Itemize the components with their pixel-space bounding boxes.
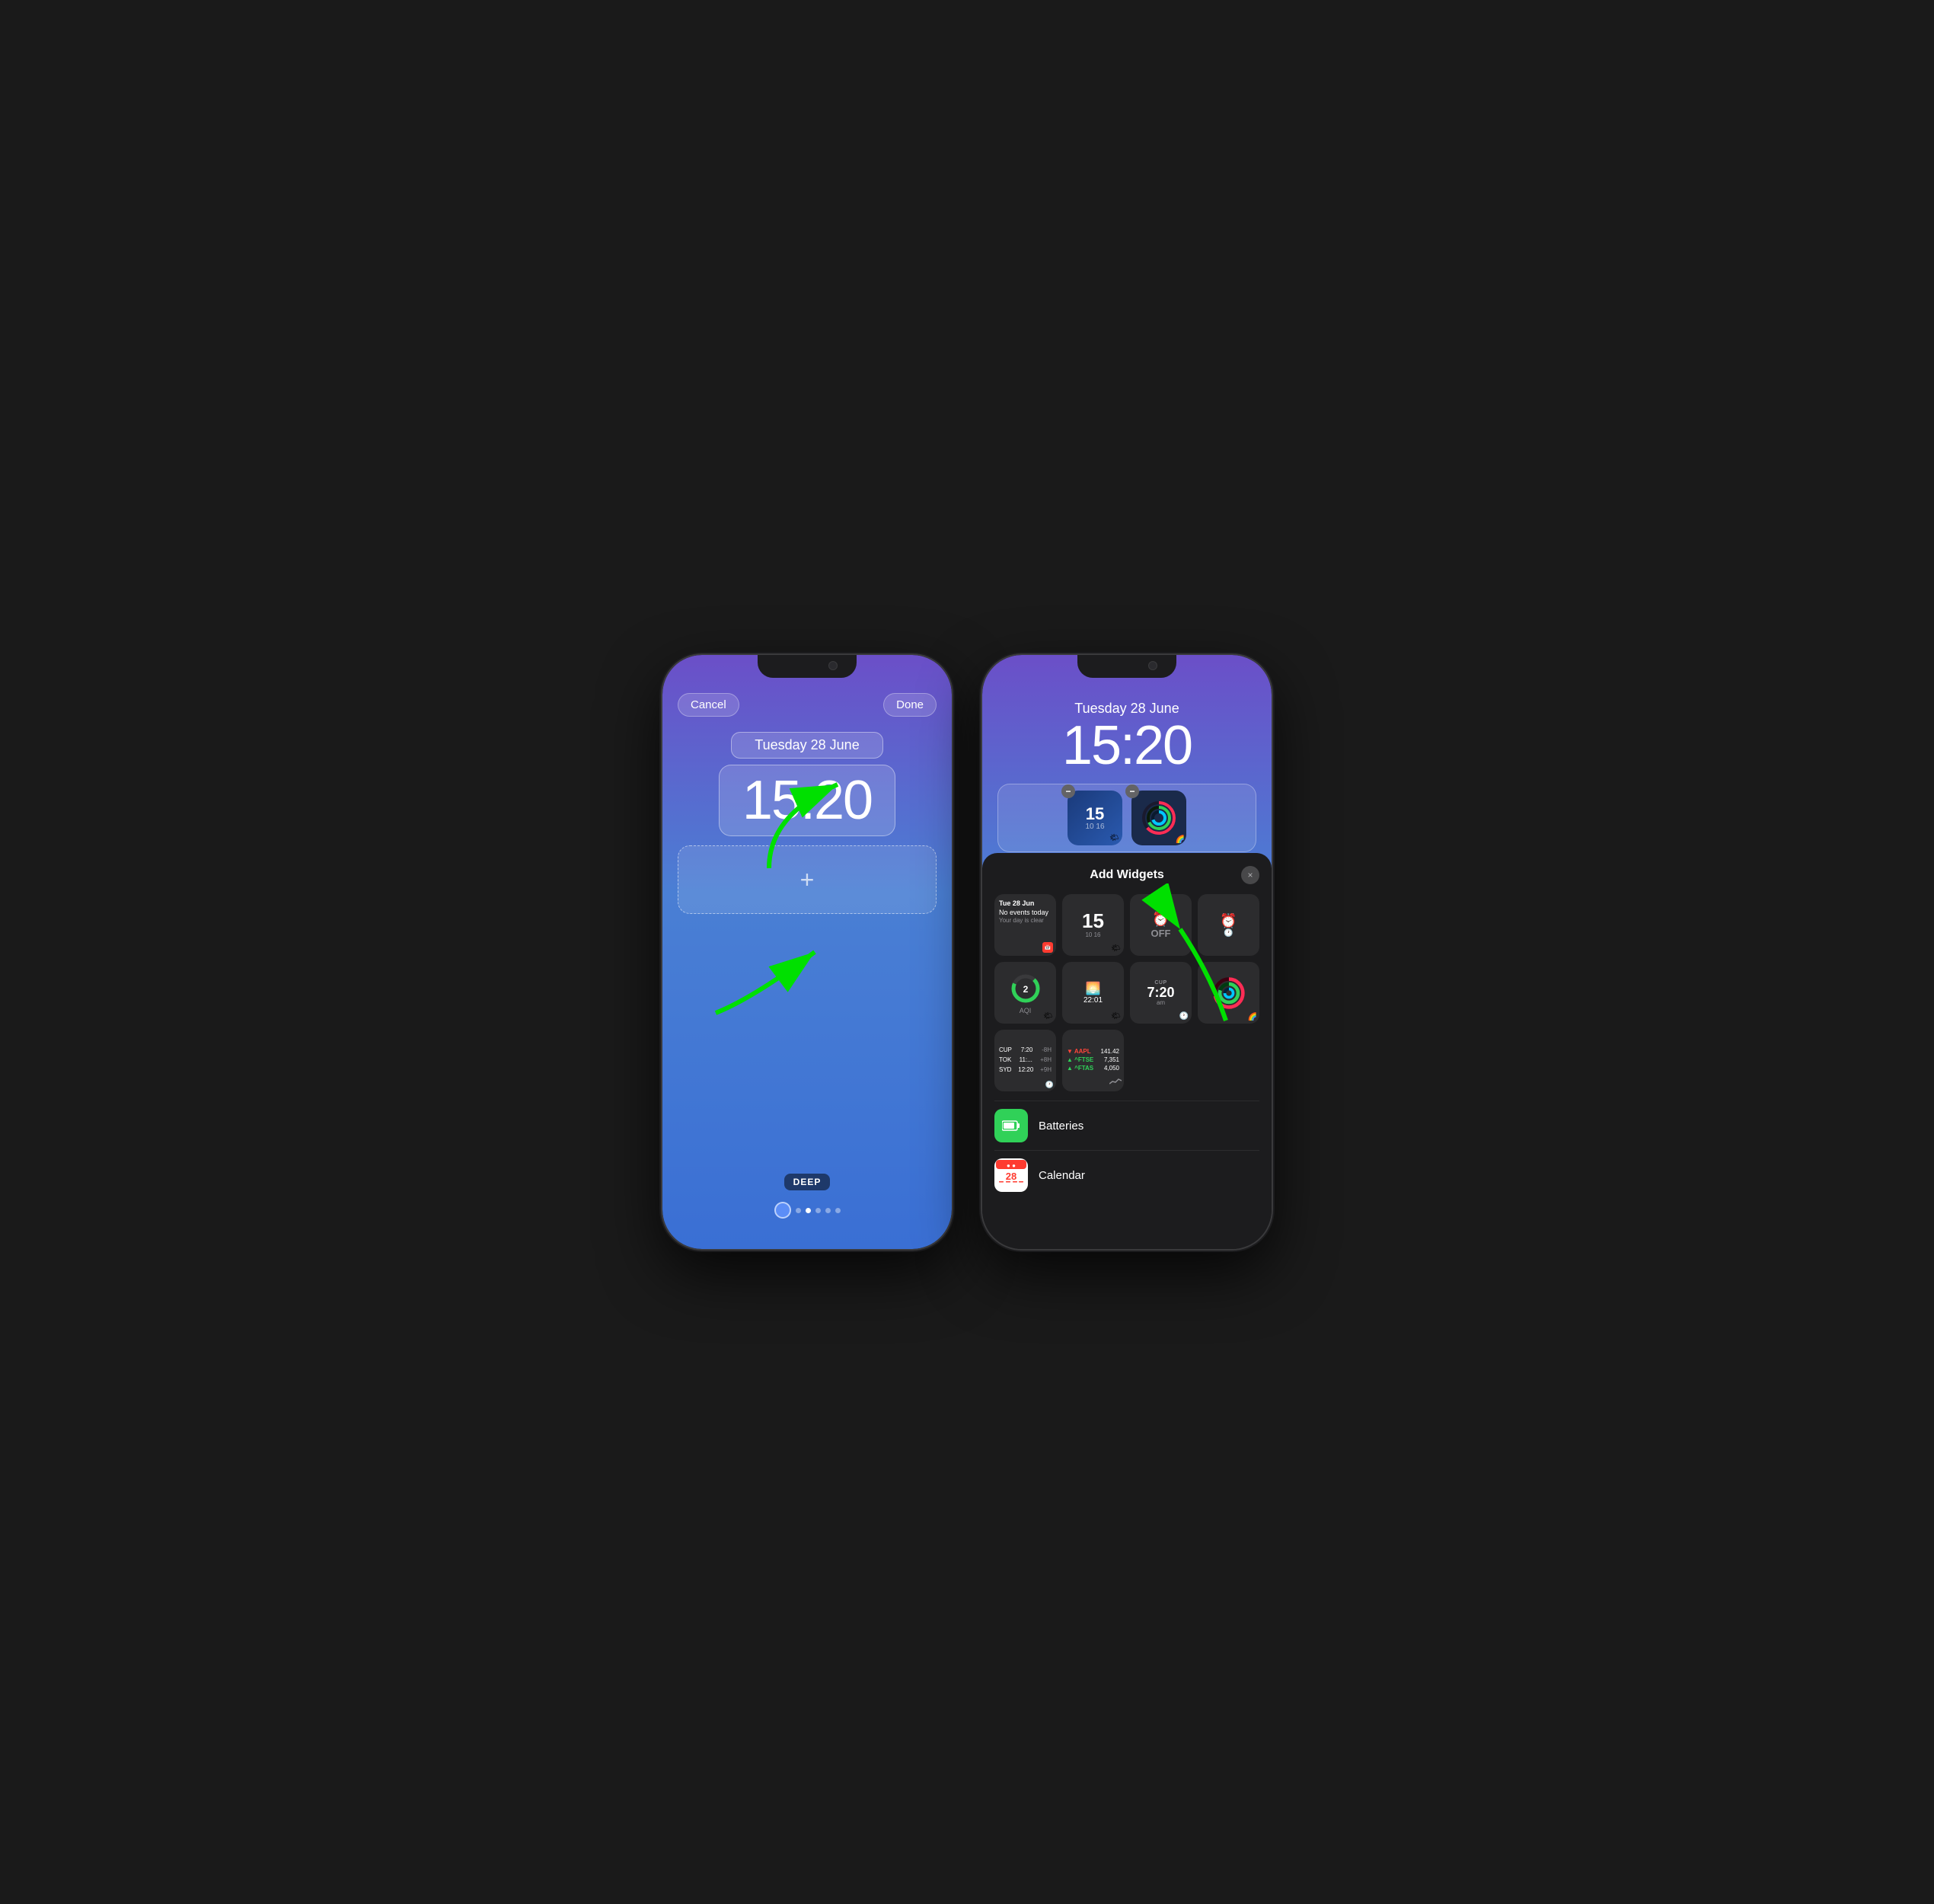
aqi-widget-cell[interactable]: 2 AQI 🌤 bbox=[994, 962, 1056, 1024]
panel-close-button[interactable]: × bbox=[1241, 866, 1259, 884]
cup-time-suffix: am bbox=[1157, 999, 1165, 1006]
app-list: Batteries ● ● 28 bbox=[994, 1101, 1259, 1200]
alarm-widget-cell[interactable]: ⏰ OFF 🕐 bbox=[1130, 894, 1192, 956]
phone-2-screen: Tuesday 28 June 15:20 − 15 10 16 🌤 bbox=[982, 655, 1272, 1249]
battery-icon bbox=[1002, 1120, 1020, 1131]
cal-no-events: Your day is clear bbox=[999, 917, 1052, 924]
phone-1-screen: Cancel Done Tuesday 28 June 15:20 + bbox=[662, 655, 952, 1249]
clock-widget-icon: 15 10 16 🌤 bbox=[1068, 791, 1122, 845]
phone2-time-display: 15:20 bbox=[1062, 718, 1192, 773]
cal-bottom-icons: 📅 bbox=[1042, 942, 1053, 953]
calendar-icon-svg: ● ● 28 bbox=[996, 1160, 1026, 1190]
batteries-app-item[interactable]: Batteries bbox=[994, 1101, 1259, 1150]
phone2-camera bbox=[1148, 661, 1157, 670]
remove-activity-widget-button[interactable]: − bbox=[1125, 784, 1139, 798]
wc-row-2: TOK 11:... +8H bbox=[999, 1056, 1052, 1065]
page-dot-3 bbox=[806, 1208, 811, 1213]
aqi-label: AQI bbox=[1020, 1007, 1032, 1014]
calendar-app-item[interactable]: ● ● 28 Calendar bbox=[994, 1150, 1259, 1200]
page-dot-active bbox=[774, 1202, 791, 1219]
extra-widget-cell[interactable]: ⏰ 🕐 bbox=[1198, 894, 1259, 956]
main-container: Cancel Done Tuesday 28 June 15:20 + bbox=[662, 655, 1272, 1249]
activity-widget-container: − 🌈 bbox=[1131, 791, 1186, 845]
activity-rings-grid-svg bbox=[1211, 976, 1246, 1011]
grid-filler-1 bbox=[1130, 1030, 1192, 1091]
page-indicator bbox=[774, 1202, 841, 1219]
clock-widget-sub: 10 16 bbox=[1085, 823, 1104, 831]
clock-widget-container: − 15 10 16 🌤 bbox=[1068, 791, 1122, 845]
phone1-bottom: DEEP bbox=[662, 1174, 952, 1219]
wallpaper-label: DEEP bbox=[784, 1174, 831, 1190]
clock-small-times: 10 16 bbox=[1085, 931, 1100, 939]
page-dot-5 bbox=[825, 1208, 831, 1213]
wc-row-3: SYD 12:20 +9H bbox=[999, 1065, 1052, 1075]
stocks-widget-cell[interactable]: ▼ AAPL 141.42 ▲ ^FTSE 7,351 ▲ ^FTAS 4,05… bbox=[1062, 1030, 1124, 1091]
stocks-row-1: ▼ AAPL 141.42 bbox=[1067, 1048, 1119, 1055]
plus-icon: + bbox=[800, 866, 815, 894]
grid-filler-2 bbox=[1198, 1030, 1259, 1091]
sunrise-time: 22:01 bbox=[1083, 996, 1103, 1005]
cancel-button[interactable]: Cancel bbox=[678, 693, 739, 717]
activity-rings-widget-cell[interactable]: 🌈 bbox=[1198, 962, 1259, 1024]
done-button[interactable]: Done bbox=[883, 693, 937, 717]
add-widget-button[interactable]: + bbox=[678, 845, 937, 914]
clock-number-widget-cell[interactable]: 15 10 16 🌤 bbox=[1062, 894, 1124, 956]
clock-bottom-weather: 🌤 bbox=[1111, 944, 1121, 953]
calendar-widget-cell[interactable]: Tue 28 Jun No events today Your day is c… bbox=[994, 894, 1056, 956]
phone2-widget-row[interactable]: − 15 10 16 🌤 − bbox=[997, 784, 1256, 852]
panel-title: Add Widgets bbox=[1090, 868, 1164, 882]
batteries-app-icon bbox=[994, 1109, 1028, 1142]
page-dot-2 bbox=[796, 1208, 801, 1213]
page-dot-4 bbox=[815, 1208, 821, 1213]
cal-events: No events today bbox=[999, 909, 1052, 918]
svg-text:28: 28 bbox=[1006, 1171, 1016, 1182]
date-widget[interactable]: Tuesday 28 June bbox=[731, 732, 882, 759]
phone-1: Cancel Done Tuesday 28 June 15:20 + bbox=[662, 655, 952, 1249]
phone-1-background: Cancel Done Tuesday 28 June 15:20 + bbox=[662, 655, 952, 1249]
aqi-ring-svg: 2 bbox=[1009, 972, 1042, 1005]
cup-time-number: 7:20 bbox=[1147, 986, 1174, 999]
world-clock-widget-cell[interactable]: CUP 7:20 -8H TOK 11:... +8H SYD bbox=[994, 1030, 1056, 1091]
widget-grid-row1: Tue 28 Jun No events today Your day is c… bbox=[994, 894, 1259, 956]
add-widgets-panel: Add Widgets × Tue 28 Jun No events today… bbox=[982, 853, 1272, 1249]
svg-text:2: 2 bbox=[1023, 984, 1028, 995]
clock-widget-number: 15 bbox=[1086, 806, 1104, 823]
wc-row-1: CUP 7:20 -8H bbox=[999, 1046, 1052, 1056]
calendar-app-name: Calendar bbox=[1039, 1169, 1085, 1182]
stocks-row-2: ▲ ^FTSE 7,351 bbox=[1067, 1056, 1119, 1063]
phone-2: Tuesday 28 June 15:20 − 15 10 16 🌤 bbox=[982, 655, 1272, 1249]
phone2-date-label: Tuesday 28 June bbox=[1074, 701, 1179, 717]
page-dot-6 bbox=[835, 1208, 841, 1213]
stocks-row-3: ▲ ^FTAS 4,050 bbox=[1067, 1065, 1119, 1072]
phone-2-background: Tuesday 28 June 15:20 − 15 10 16 🌤 bbox=[982, 655, 1272, 1249]
alarm-status: OFF bbox=[1151, 928, 1171, 939]
cal-date: Tue 28 Jun bbox=[999, 899, 1052, 909]
phone2-notch bbox=[1077, 655, 1176, 678]
time-widget[interactable]: 15:20 bbox=[719, 765, 895, 836]
panel-header: Add Widgets × bbox=[994, 868, 1259, 882]
cup-time-widget-cell[interactable]: CUP 7:20 am 🕐 bbox=[1130, 962, 1192, 1024]
svg-text:● ●: ● ● bbox=[1007, 1162, 1016, 1169]
calendar-app-icon: ● ● 28 bbox=[994, 1158, 1028, 1192]
clock-big-number: 15 bbox=[1082, 911, 1104, 931]
arrow-2 bbox=[693, 906, 860, 1028]
activity-rings-svg bbox=[1140, 799, 1178, 837]
remove-clock-widget-button[interactable]: − bbox=[1061, 784, 1075, 798]
notch bbox=[758, 655, 857, 678]
stocks-chart-icon bbox=[1109, 1078, 1122, 1085]
widget-grid-row2: 2 AQI 🌤 🌅 22:01 🌤 bbox=[994, 962, 1259, 1024]
activity-widget-icon: 🌈 bbox=[1131, 791, 1186, 845]
widget-grid-row3: CUP 7:20 -8H TOK 11:... +8H SYD bbox=[994, 1030, 1259, 1091]
camera bbox=[828, 661, 838, 670]
sunrise-widget-cell[interactable]: 🌅 22:01 🌤 bbox=[1062, 962, 1124, 1024]
batteries-app-name: Batteries bbox=[1039, 1120, 1083, 1132]
